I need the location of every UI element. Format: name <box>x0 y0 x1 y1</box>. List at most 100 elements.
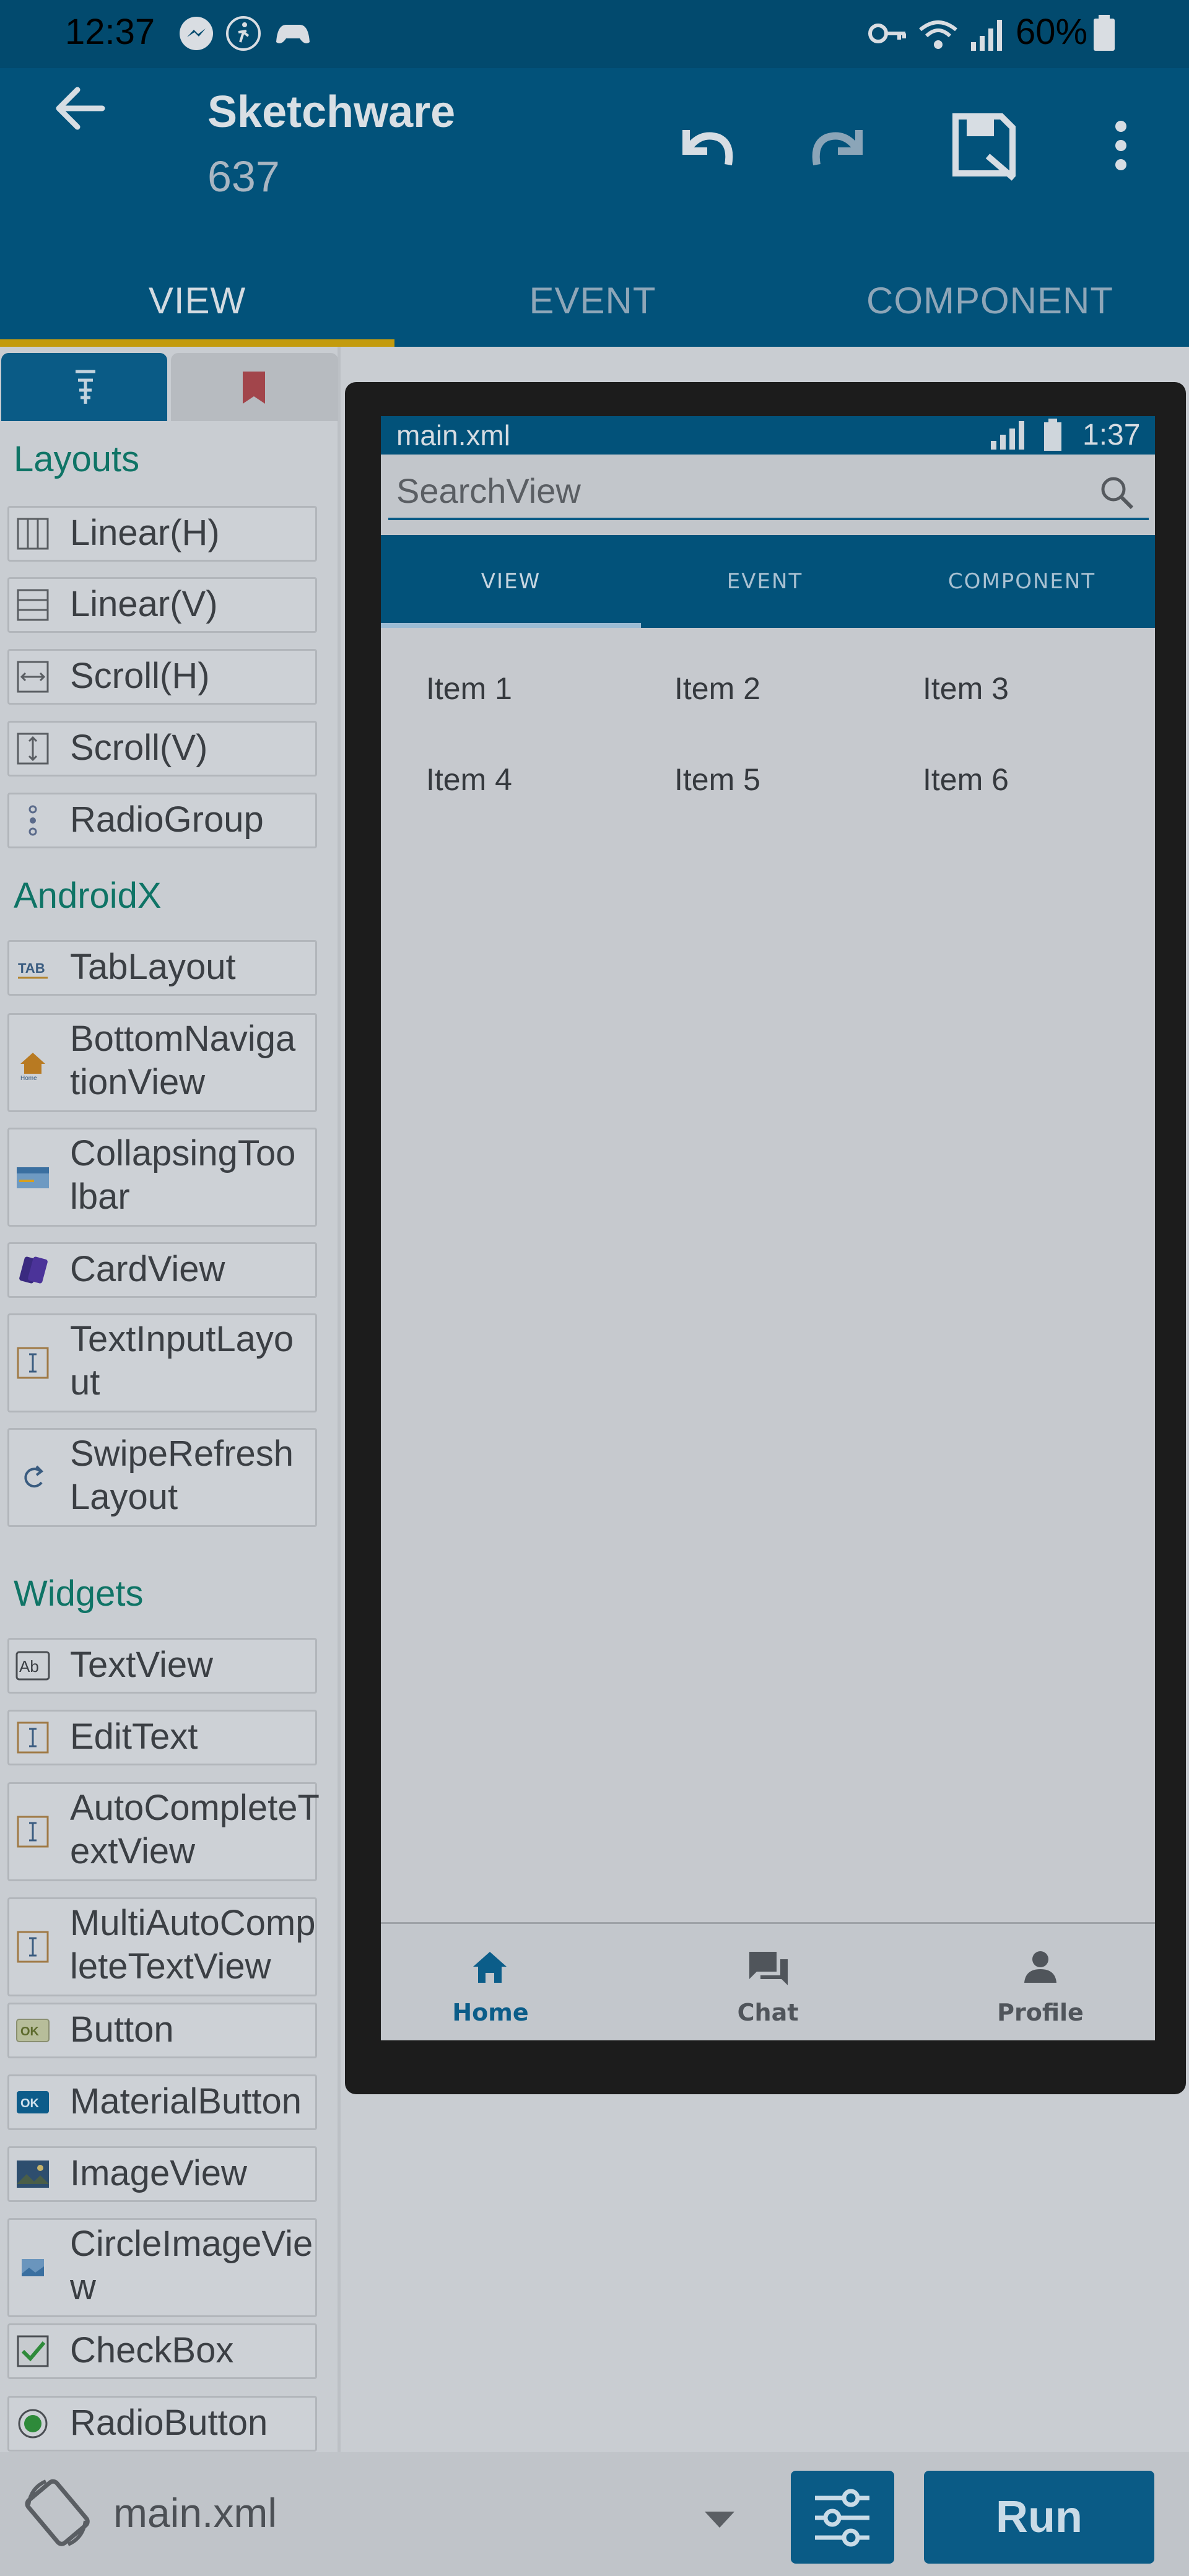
palette-tab-bookmarks[interactable] <box>171 353 338 421</box>
palette-item-label: TextView <box>70 1645 214 1685</box>
grid-item[interactable]: Item 1 <box>426 671 512 707</box>
palette-item-materialbutton[interactable]: OK MaterialButton <box>7 2074 317 2130</box>
rotate-device-icon[interactable] <box>19 2474 96 2551</box>
search-underline <box>388 518 1149 520</box>
palette-item-label: AutoCompleteT extView <box>70 1788 319 1871</box>
materialbutton-icon: OK <box>17 2091 49 2113</box>
grid-item[interactable]: Item 2 <box>674 671 760 707</box>
palette-item-scroll-h[interactable]: Scroll(H) <box>7 649 317 705</box>
preview-screen[interactable] <box>381 416 1155 2039</box>
preview-time: 1:37 <box>1082 419 1141 451</box>
palette-item-radiobutton[interactable]: RadioButton <box>7 2396 317 2452</box>
accessibility-icon <box>226 16 261 51</box>
nav-chat-label[interactable]: Chat <box>706 1999 830 2026</box>
palette-item-radiogroup[interactable]: RadioGroup <box>7 793 317 848</box>
save-icon[interactable] <box>944 105 1025 186</box>
palette-item-label: CollapsingToo lbar <box>70 1133 296 1217</box>
palette-tab-widgets[interactable] <box>1 353 167 421</box>
chat-icon <box>749 1952 788 1985</box>
section-layouts: Layouts <box>14 439 140 479</box>
palette-item-label: MaterialButton <box>70 2081 302 2121</box>
scroll-h-icon <box>17 661 49 693</box>
current-file[interactable]: main.xml <box>113 2489 277 2536</box>
palette-item-label: MultiAutoComp leteTextView <box>70 1903 316 1986</box>
palette-item-home[interactable]: Home BottomNaviga tionView <box>7 1013 317 1112</box>
text-input-icon <box>17 1347 49 1379</box>
palette-item-checkbox[interactable]: CheckBox <box>7 2323 317 2379</box>
palette-item-tablayout[interactable]: TAB TabLayout <box>7 940 317 996</box>
nav-profile-label[interactable]: Profile <box>978 1999 1102 2026</box>
grid-item[interactable]: Item 6 <box>923 762 1009 798</box>
bookmark-icon <box>243 372 265 404</box>
nav-home-label[interactable]: Home <box>429 1999 552 2026</box>
tab-component[interactable]: COMPONENT <box>791 254 1189 347</box>
palette-item-label: RadioButton <box>70 2403 268 2443</box>
palette-item-text-input[interactable]: TextInputLayo ut <box>7 1313 317 1412</box>
palette-item-cardview[interactable]: CardView <box>7 1242 317 1298</box>
button-icon: OK <box>16 2019 50 2042</box>
palette-item-label: Linear(H) <box>70 513 220 553</box>
palette-item-button[interactable]: OK Button <box>7 2003 317 2058</box>
more-options-icon[interactable] <box>1081 105 1161 186</box>
palette-item-label: TabLayout <box>70 947 236 987</box>
signal-icon <box>971 20 1002 51</box>
textview-icon: Ab <box>15 1651 50 1681</box>
palette-item-scroll-v[interactable]: Scroll(V) <box>7 721 317 777</box>
palette-item-refresh[interactable]: SwipeRefresh Layout <box>7 1428 317 1527</box>
vpn-key-icon <box>868 24 906 43</box>
palette-item-label: Button <box>70 2009 174 2050</box>
svg-text:Ab: Ab <box>19 1657 39 1676</box>
battery-percent: 60% <box>1016 12 1088 52</box>
palette-item-autocomplete[interactable]: AutoCompleteT extView <box>7 1782 319 1881</box>
palette-item-label: Scroll(V) <box>70 728 208 768</box>
tab-view[interactable]: VIEW <box>0 254 394 347</box>
autocomplete-icon <box>17 1816 49 1848</box>
edittext-icon <box>17 1721 49 1754</box>
tablayout-icon: TAB <box>18 960 48 979</box>
palette-item-toolbar[interactable]: CollapsingToo lbar <box>7 1128 317 1227</box>
palette-item-textview[interactable]: Ab TextView <box>7 1638 317 1694</box>
palette-item-circleimage[interactable]: CircleImageVie w <box>7 2218 317 2317</box>
palette-item-linear-v[interactable]: Linear(V) <box>7 577 317 633</box>
palette-item-linear-h[interactable]: Linear(H) <box>7 506 317 562</box>
preview-tab-component[interactable]: COMPONENT <box>889 535 1155 628</box>
svg-text:OK: OK <box>20 2025 40 2039</box>
circleimage-icon <box>22 2259 44 2276</box>
redo-icon[interactable] <box>802 105 882 186</box>
palette-item-imageview[interactable]: ImageView <box>7 2146 317 2202</box>
preview-tab-view[interactable]: VIEW <box>381 535 641 628</box>
app-title: Sketchware <box>207 87 456 137</box>
radiobutton-icon <box>18 2409 48 2439</box>
svg-text:TAB: TAB <box>18 960 45 976</box>
svg-text:OK: OK <box>20 2097 40 2110</box>
linear-v-icon <box>17 589 49 621</box>
preview-tab-event[interactable]: EVENT <box>641 535 889 628</box>
profile-icon <box>1024 1951 1056 1983</box>
palette-item-label: EditText <box>70 1717 198 1757</box>
status-clock: 12:37 <box>65 12 155 52</box>
refresh-icon <box>24 1465 44 1488</box>
tab-event[interactable]: EVENT <box>394 254 791 347</box>
undo-icon[interactable] <box>663 105 743 186</box>
grid-item[interactable]: Item 3 <box>923 671 1009 707</box>
project-id: 637 <box>207 152 280 201</box>
palette-item-label: RadioGroup <box>70 799 264 840</box>
properties-button[interactable] <box>791 2471 894 2564</box>
sliders-icon <box>815 2489 869 2547</box>
messenger-icon <box>180 17 213 50</box>
back-arrow-icon[interactable] <box>43 71 118 146</box>
preview-tab-indicator <box>381 623 641 628</box>
run-button[interactable]: Run <box>924 2471 1154 2564</box>
palette-item-edittext[interactable]: EditText <box>7 1710 317 1765</box>
palette-item-label: Scroll(H) <box>70 656 210 696</box>
multiautocomplete-icon <box>17 1931 49 1963</box>
dropdown-arrow-icon[interactable] <box>701 2507 738 2531</box>
palette-item-multiautocomplete[interactable]: MultiAutoComp leteTextView <box>7 1897 317 1996</box>
tab-indicator <box>0 339 394 347</box>
section-widgets: Widgets <box>14 1573 144 1614</box>
grid-item[interactable]: Item 5 <box>674 762 760 798</box>
palette-item-label: CircleImageVie w <box>70 2224 313 2307</box>
palette-item-label: CheckBox <box>70 2330 234 2370</box>
home-icon <box>473 1952 507 1983</box>
grid-item[interactable]: Item 4 <box>426 762 512 798</box>
